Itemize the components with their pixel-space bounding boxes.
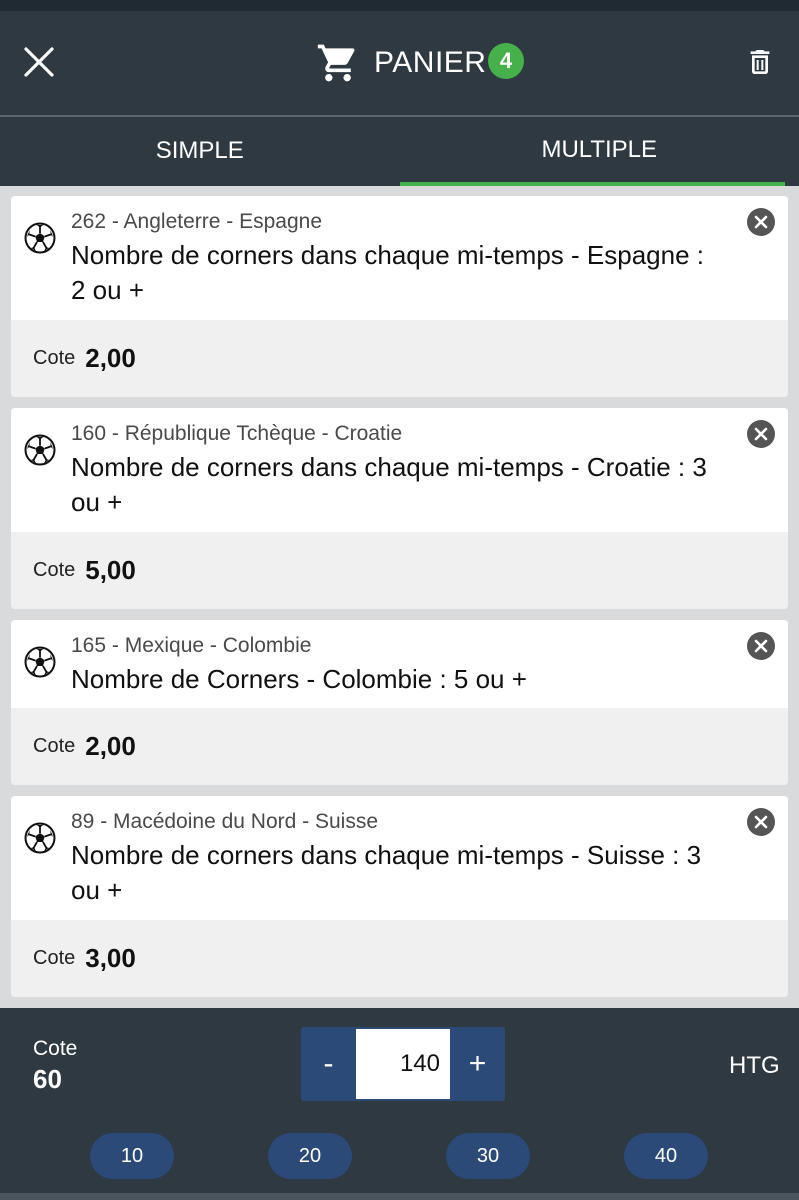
status-strip	[0, 0, 799, 11]
close-icon[interactable]	[22, 45, 56, 79]
cart-header: PANIER 4	[0, 11, 799, 115]
bet-card: 89 - Macédoine du Nord - Suisse Nombre d…	[11, 796, 788, 997]
bet-card: 165 - Mexique - Colombie Nombre de Corne…	[11, 620, 788, 785]
odds-row: Cote 3,00	[11, 920, 788, 997]
cart-icon	[317, 44, 355, 82]
odds-label: Cote	[33, 559, 76, 581]
bet-footer: Cote 60 - 140 + HTG 10 20 30 40	[0, 1008, 799, 1200]
match-name: 160 - République Tchèque - Croatie	[71, 422, 403, 445]
bet-card: 160 - République Tchèque - Croatie Nombr…	[11, 408, 788, 609]
match-name: 165 - Mexique - Colombie	[71, 634, 312, 657]
page-title: PANIER	[374, 46, 487, 79]
quick-amount-button[interactable]: 40	[624, 1133, 708, 1179]
odds-label: Cote	[33, 347, 76, 369]
odds-value: 2,00	[85, 343, 136, 373]
odds-value: 5,00	[85, 555, 136, 585]
odds-label: Cote	[33, 947, 76, 969]
market-selection: Nombre de corners dans chaque mi-temps -…	[71, 452, 707, 517]
remove-bet-icon[interactable]	[746, 807, 776, 837]
soccer-ball-icon	[24, 434, 56, 466]
quick-amount-button[interactable]: 20	[268, 1133, 352, 1179]
tab-simple[interactable]: SIMPLE	[0, 117, 400, 186]
bottom-edge	[0, 1193, 799, 1200]
odds-value: 3,00	[85, 943, 136, 973]
odds-label: Cote	[33, 735, 76, 757]
bet-type-tabs: SIMPLE MULTIPLE	[0, 117, 799, 186]
match-name: 262 - Angleterre - Espagne	[71, 210, 322, 233]
quick-amount-button[interactable]: 10	[90, 1133, 174, 1179]
tab-multiple[interactable]: MULTIPLE	[399, 117, 799, 186]
cart-title-group: PANIER	[316, 41, 486, 85]
stake-input[interactable]: 140	[356, 1027, 450, 1101]
soccer-ball-icon	[24, 646, 56, 678]
market-selection: Nombre de corners dans chaque mi-temps -…	[71, 840, 702, 905]
stake-stepper: - 140 +	[301, 1027, 505, 1101]
bet-list: 262 - Angleterre - Espagne Nombre de cor…	[0, 186, 799, 1008]
total-odds-label: Cote	[33, 1037, 78, 1060]
remove-bet-icon[interactable]	[746, 631, 776, 661]
market-selection: Nombre de corners dans chaque mi-temps -…	[71, 240, 704, 305]
trash-icon[interactable]	[744, 45, 776, 79]
odds-row: Cote 2,00	[11, 320, 788, 397]
total-odds-value: 60	[33, 1064, 62, 1094]
stake-decrease-button[interactable]: -	[301, 1027, 356, 1101]
match-name: 89 - Macédoine du Nord - Suisse	[71, 810, 378, 833]
odds-row: Cote 5,00	[11, 532, 788, 609]
stake-increase-button[interactable]: +	[450, 1027, 505, 1101]
remove-bet-icon[interactable]	[746, 419, 776, 449]
cart-count-badge: 4	[488, 43, 524, 79]
soccer-ball-icon	[24, 222, 56, 254]
odds-row: Cote 2,00	[11, 708, 788, 785]
odds-value: 2,00	[85, 731, 136, 761]
market-selection: Nombre de Corners - Colombie : 5 ou +	[71, 664, 527, 694]
remove-bet-icon[interactable]	[746, 207, 776, 237]
quick-amount-button[interactable]: 30	[446, 1133, 530, 1179]
currency-label: HTG	[729, 1052, 780, 1079]
bet-card: 262 - Angleterre - Espagne Nombre de cor…	[11, 196, 788, 397]
soccer-ball-icon	[24, 822, 56, 854]
